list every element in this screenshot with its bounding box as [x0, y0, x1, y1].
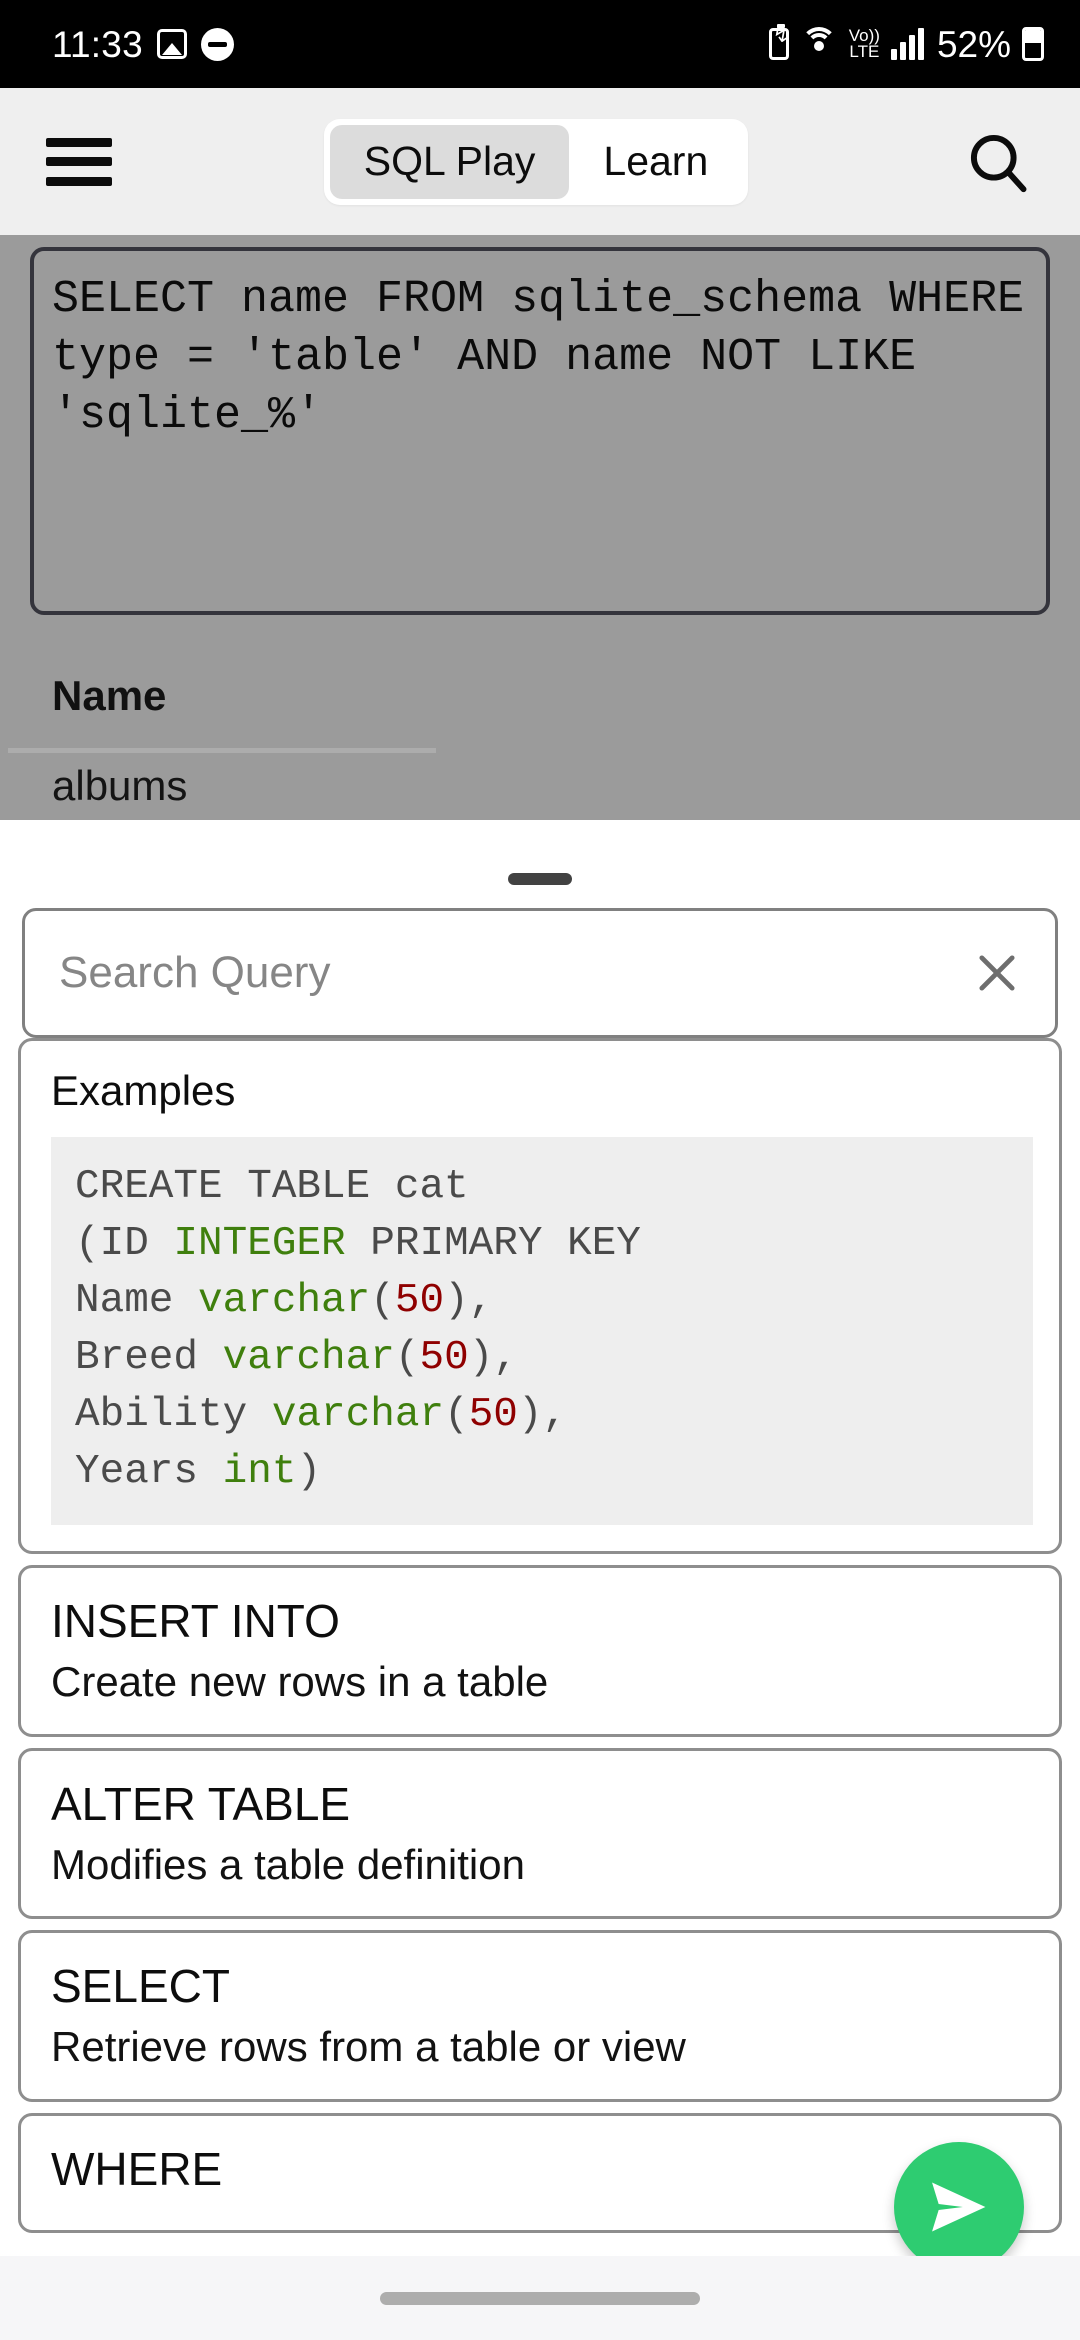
search-input[interactable]: Search Query [59, 948, 330, 998]
list-item[interactable]: ALTER TABLE Modifies a table definition [18, 1747, 1062, 1919]
list-item[interactable]: SELECT Retrieve rows from a table or vie… [18, 1930, 1062, 2102]
results-divider [8, 748, 436, 753]
battery-saver-icon [768, 24, 790, 60]
close-x-icon[interactable] [969, 945, 1025, 1001]
code-token: INTEGER [173, 1221, 346, 1267]
code-token: int [222, 1449, 297, 1495]
sql-query-editor[interactable]: SELECT name FROM sqlite_schema WHERE typ… [30, 247, 1050, 615]
system-navigation-bar [0, 2256, 1080, 2340]
code-token: varchar [222, 1335, 395, 1381]
code-token: ( [394, 1335, 420, 1381]
code-token: (ID [75, 1221, 174, 1267]
battery-icon [1022, 27, 1044, 61]
volte-bottom-label: LTE [849, 42, 880, 61]
status-time: 11:33 [52, 23, 143, 65]
code-token: PRIMARY KEY [345, 1221, 641, 1267]
card-subtitle: Modifies a table definition [51, 1840, 525, 1888]
sql-query-text: SELECT name FROM sqlite_schema WHERE typ… [52, 274, 1052, 441]
mode-segmented-control: SQL Play Learn [323, 118, 749, 205]
code-token: 50 [419, 1335, 469, 1381]
sheet-drag-handle[interactable] [508, 873, 572, 885]
search-icon[interactable] [960, 124, 1036, 200]
examples-label: Examples [51, 1067, 236, 1114]
code-token: Ability [75, 1392, 272, 1438]
code-token: ), [444, 1278, 494, 1324]
code-token: Breed [75, 1335, 223, 1381]
app-bar: SQL Play Learn [0, 88, 1080, 235]
query-help-bottom-sheet: Search Query Examples CREATE TABLE cat (… [0, 820, 1080, 2256]
wifi-icon [800, 27, 838, 61]
send-icon [932, 2182, 986, 2232]
code-token: ), [517, 1392, 568, 1438]
signal-bars-icon [890, 28, 924, 60]
card-subtitle: Retrieve rows from a table or view [51, 2023, 686, 2071]
examples-card[interactable]: Examples CREATE TABLE cat (ID INTEGER PR… [18, 1038, 1062, 1554]
card-title: WHERE [51, 2142, 223, 2195]
results-row-0: albums [52, 762, 188, 809]
results-column-header: Name [52, 672, 167, 719]
search-query-field[interactable]: Search Query [22, 908, 1058, 1038]
status-bar-right: Vo)) LTE 52% [768, 23, 1044, 65]
code-token: 50 [468, 1392, 518, 1438]
status-bar: 11:33 Vo)) LTE 52% [0, 0, 1080, 88]
example-code-block: CREATE TABLE cat (ID INTEGER PRIMARY KEY… [51, 1137, 1033, 1525]
photo-icon [156, 29, 187, 59]
dimmed-background-content: SELECT name FROM sqlite_schema WHERE typ… [0, 235, 1080, 820]
tab-learn[interactable]: Learn [569, 125, 742, 199]
code-token: ) [296, 1449, 322, 1495]
code-token: ( [444, 1392, 469, 1438]
hamburger-menu-icon[interactable] [46, 137, 112, 186]
do-not-disturb-icon [200, 27, 234, 61]
status-bar-left: 11:33 [52, 26, 234, 63]
code-token: CREATE TABLE cat [75, 1164, 469, 1210]
battery-percent-label: 52% [936, 23, 1011, 65]
gesture-pill[interactable] [380, 2291, 700, 2305]
code-token: ( [370, 1278, 395, 1324]
card-subtitle: Create new rows in a table [51, 1658, 549, 1706]
card-title: ALTER TABLE [51, 1777, 351, 1830]
card-title: INSERT INTO [51, 1595, 340, 1647]
code-token: varchar [271, 1392, 445, 1438]
query-list[interactable]: Examples CREATE TABLE cat (ID INTEGER PR… [0, 1038, 1080, 2256]
volte-icon: Vo)) LTE [849, 28, 880, 61]
list-item[interactable]: INSERT INTO Create new rows in a table [18, 1565, 1062, 1737]
code-token: Years [75, 1449, 223, 1495]
code-token: varchar [198, 1278, 371, 1324]
code-token: 50 [394, 1278, 445, 1324]
code-token: Name [75, 1278, 199, 1324]
tab-sql-play[interactable]: SQL Play [329, 124, 570, 199]
code-token: ), [468, 1335, 518, 1381]
card-title: SELECT [51, 1960, 230, 2012]
run-query-fab[interactable] [894, 2142, 1024, 2272]
phone-screen: 11:33 Vo)) LTE 52% SQL Play Learn [0, 0, 1080, 2340]
